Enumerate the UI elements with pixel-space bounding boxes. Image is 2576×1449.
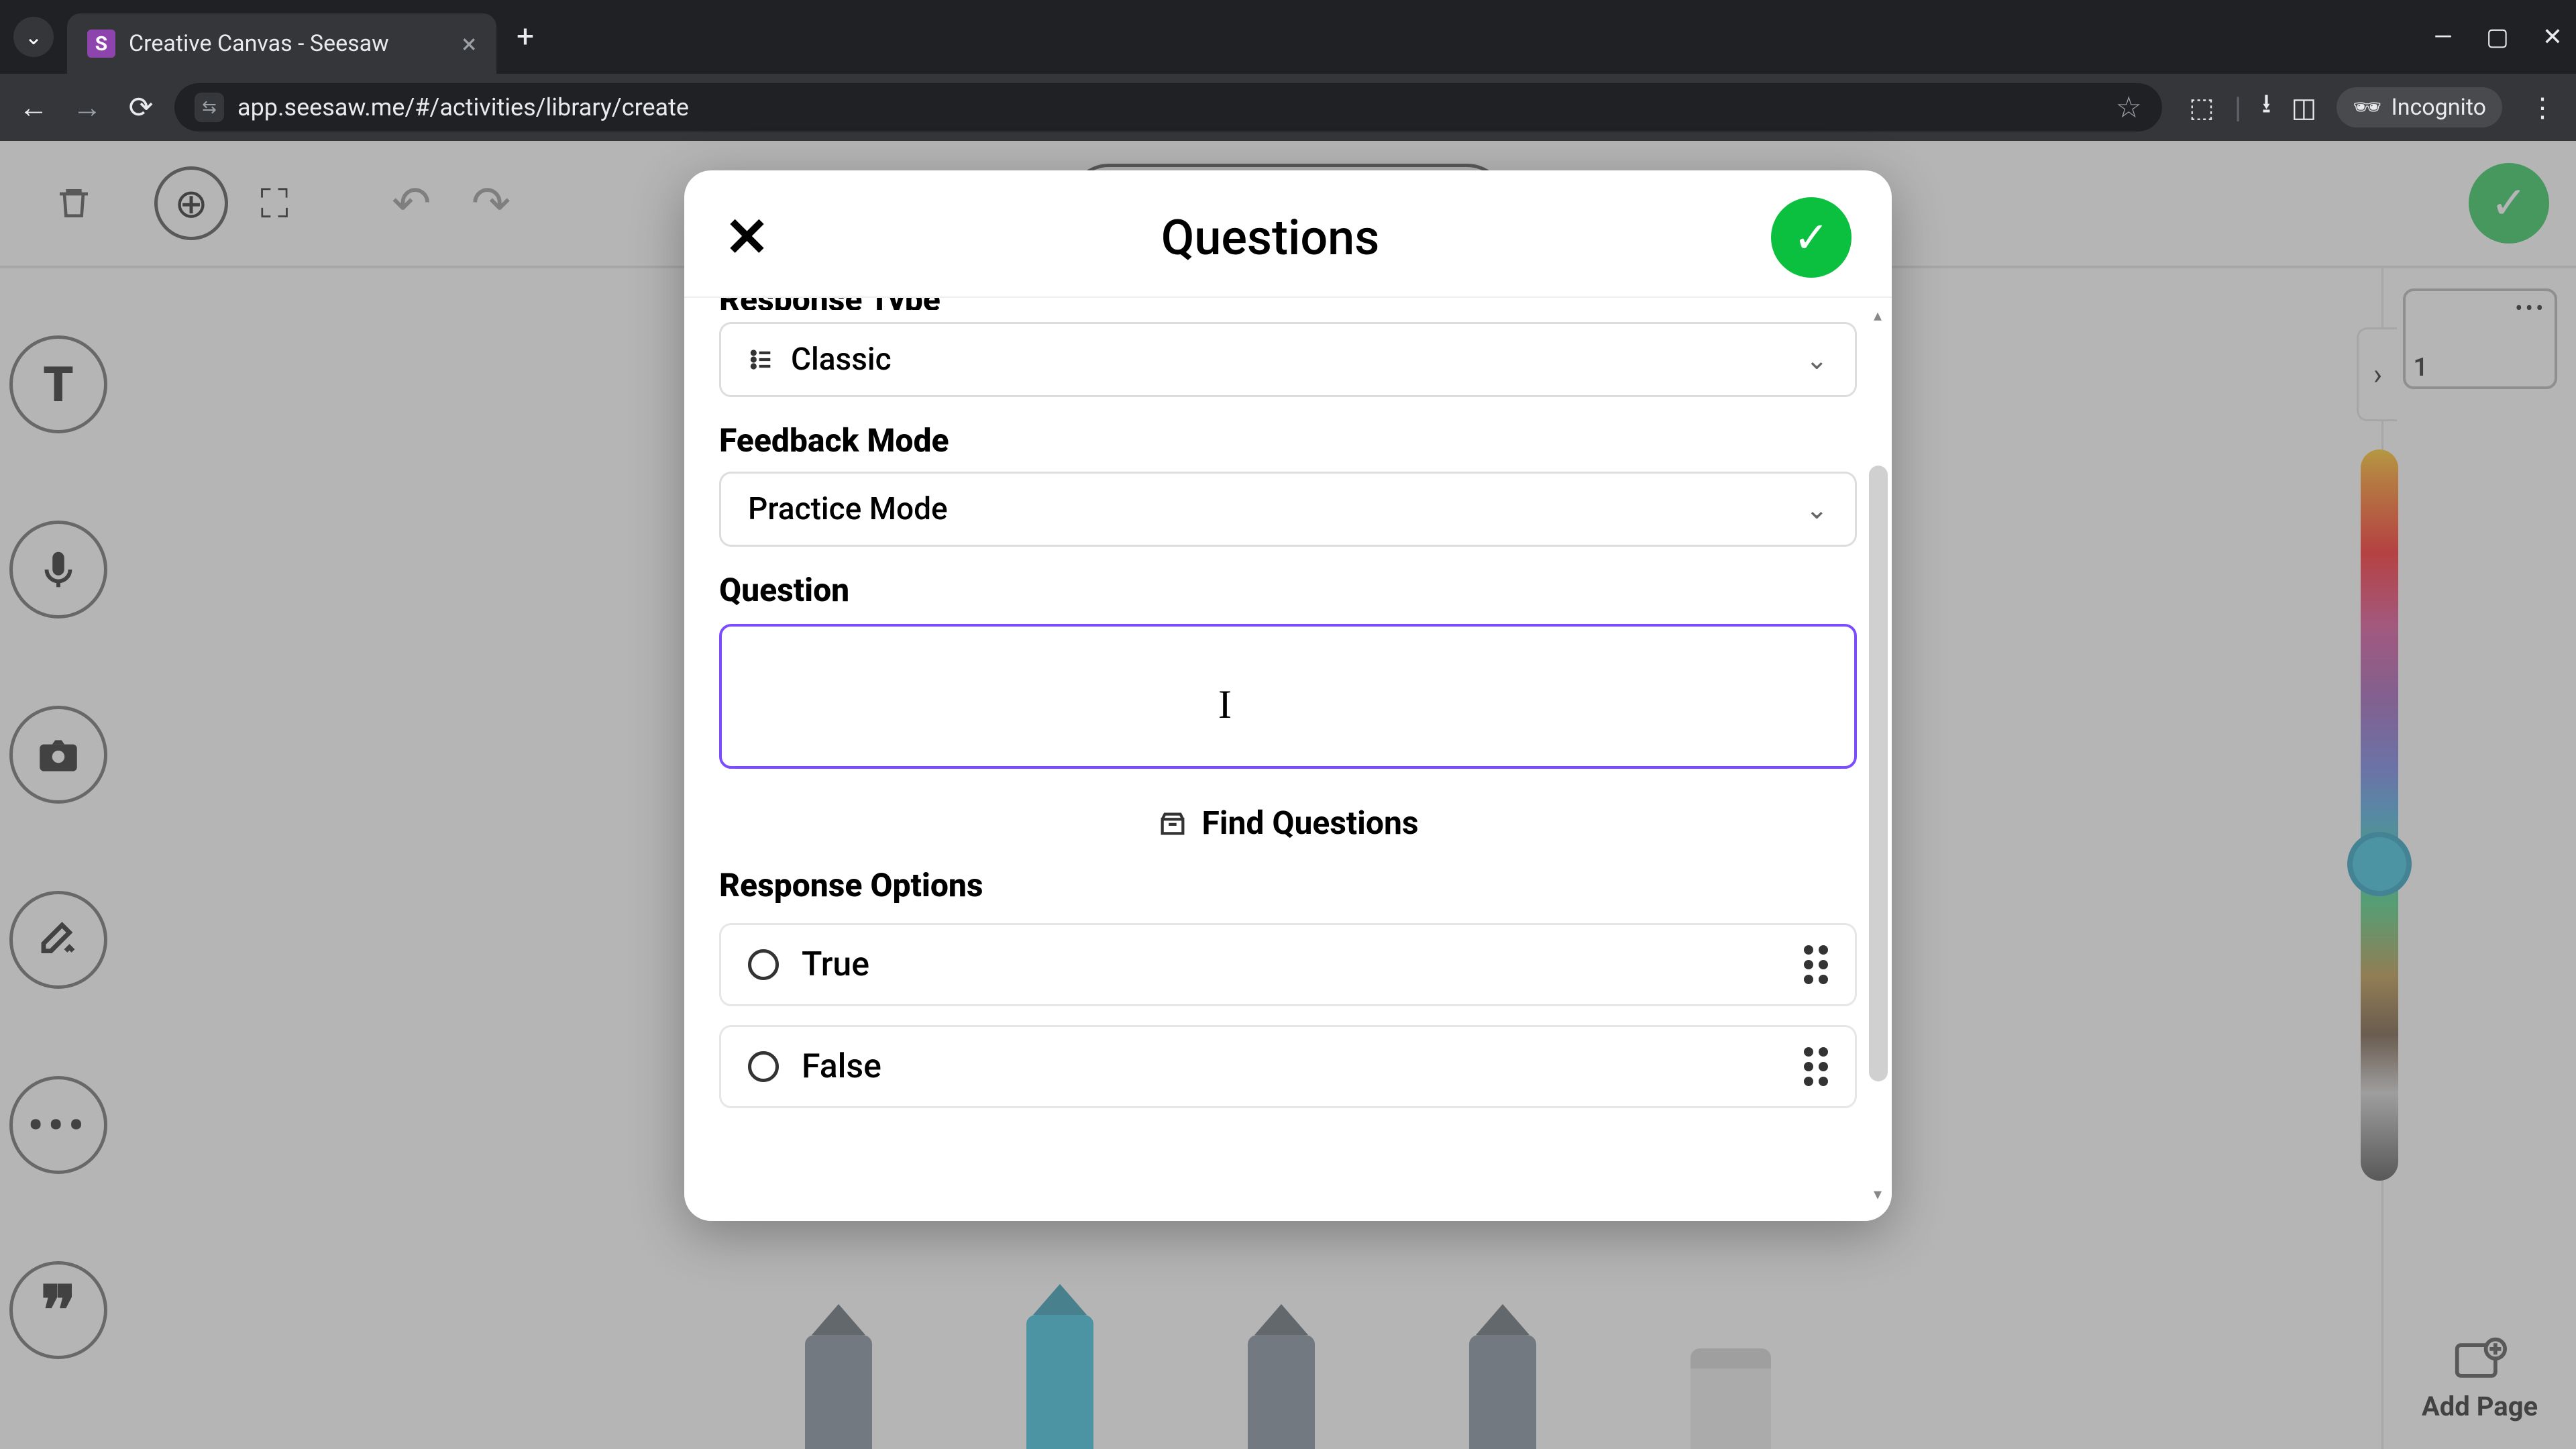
close-modal-button[interactable]: ✕	[724, 206, 769, 269]
incognito-icon: 🕶	[2353, 94, 2381, 121]
shop-icon	[1157, 808, 1188, 839]
modal-title: Questions	[1161, 209, 1380, 266]
option-text: True	[802, 945, 869, 984]
option-text: False	[802, 1047, 881, 1086]
close-tab-icon[interactable]: ×	[462, 28, 476, 60]
find-questions-label: Find Questions	[1201, 804, 1418, 842]
seesaw-favicon: S	[87, 30, 115, 58]
response-type-label: Response Type	[719, 298, 1857, 310]
scroll-down-icon[interactable]: ▾	[1868, 1185, 1888, 1205]
browser-menu-icon[interactable]: ⋮	[2529, 92, 2556, 123]
question-label: Question	[719, 571, 1857, 609]
response-options-label: Response Options	[719, 866, 1857, 904]
separator: |	[2235, 90, 2242, 125]
minimize-icon[interactable]: —	[2434, 23, 2453, 51]
side-panel-icon[interactable]: ◫	[2292, 92, 2317, 123]
tab-search-dropdown[interactable]: ⌄	[13, 17, 54, 57]
drag-handle-icon[interactable]	[1804, 945, 1828, 984]
response-option-row[interactable]: True	[719, 923, 1857, 1006]
questions-modal: ✕ Questions ✓ Response Type Classic ⌄ Fe…	[684, 170, 1892, 1221]
incognito-label: Incognito	[2391, 94, 2486, 121]
url-text: app.seesaw.me/#/activities/library/creat…	[237, 93, 689, 121]
feedback-mode-label: Feedback Mode	[719, 421, 1857, 460]
confirm-modal-button[interactable]: ✓	[1771, 197, 1851, 278]
question-input[interactable]	[719, 624, 1857, 769]
modal-scrollbar[interactable]: ▴ ▾	[1868, 306, 1888, 1205]
scrollbar-thumb[interactable]	[1869, 466, 1888, 1081]
back-button[interactable]: ←	[13, 87, 54, 127]
drag-handle-icon[interactable]	[1804, 1047, 1828, 1086]
address-bar[interactable]: ⇆ app.seesaw.me/#/activities/library/cre…	[174, 83, 2162, 131]
radio-icon[interactable]	[748, 949, 779, 980]
new-tab-button[interactable]: +	[517, 19, 534, 55]
reload-button[interactable]: ⟳	[121, 87, 161, 127]
forward-button[interactable]: →	[67, 87, 107, 127]
extensions-icon[interactable]: ⬚	[2189, 92, 2214, 123]
radio-icon[interactable]	[748, 1051, 779, 1082]
chevron-down-icon: ⌄	[1805, 344, 1828, 376]
maximize-icon[interactable]: ▢	[2486, 23, 2509, 51]
downloads-icon[interactable]: ⭳	[2262, 85, 2271, 130]
feedback-mode-select[interactable]: Practice Mode ⌄	[719, 472, 1857, 547]
site-info-icon[interactable]: ⇆	[195, 93, 224, 122]
close-window-icon[interactable]: ✕	[2542, 23, 2563, 51]
response-option-row[interactable]: False	[719, 1025, 1857, 1108]
response-type-select[interactable]: Classic ⌄	[719, 322, 1857, 397]
feedback-mode-value: Practice Mode	[748, 491, 948, 527]
list-icon	[748, 346, 775, 373]
scroll-up-icon[interactable]: ▴	[1868, 306, 1888, 326]
response-type-value: Classic	[791, 341, 892, 378]
tab-title: Creative Canvas - Seesaw	[129, 30, 449, 57]
browser-tab[interactable]: S Creative Canvas - Seesaw ×	[67, 13, 496, 74]
incognito-indicator[interactable]: 🕶 Incognito	[2337, 87, 2502, 127]
bookmark-star-icon[interactable]: ☆	[2116, 90, 2142, 125]
chevron-down-icon: ⌄	[1805, 494, 1828, 525]
find-questions-button[interactable]: Find Questions	[719, 804, 1857, 842]
